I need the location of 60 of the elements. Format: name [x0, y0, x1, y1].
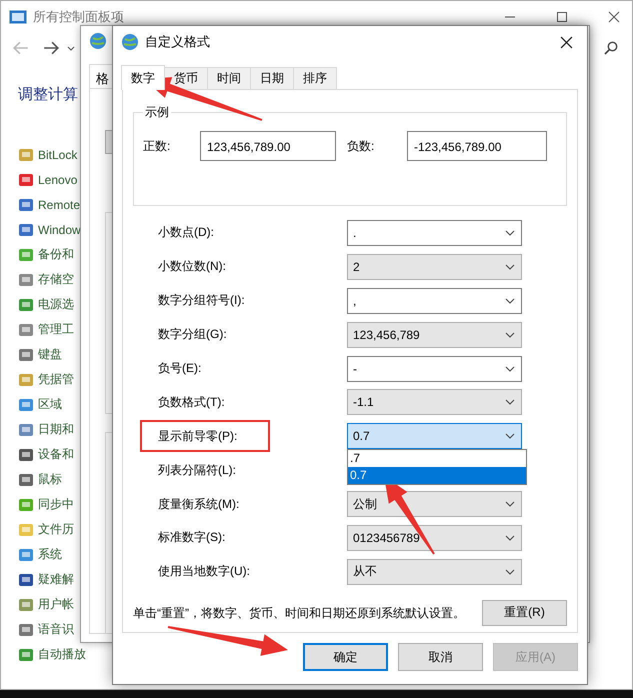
control-panel-link[interactable]: 存储空: [38, 271, 74, 288]
reset-note: 单击“重置”，将数字、货币、时间和日期还原到系统默认设置。: [133, 604, 466, 622]
setting-label: 数字分组(G):: [158, 327, 227, 342]
tab[interactable]: 时间: [207, 67, 251, 89]
setting-label: 度量衡系统(M):: [158, 496, 240, 511]
field-label: 负数:: [347, 138, 376, 154]
dropdown[interactable]: 2: [347, 254, 522, 280]
control-panel-link[interactable]: 设备和: [38, 446, 74, 463]
dropdown[interactable]: -: [347, 356, 522, 382]
control-panel-link[interactable]: 日期和: [38, 421, 74, 438]
dropdown[interactable]: .: [347, 220, 522, 246]
dialog-button[interactable]: 确定: [303, 643, 388, 671]
control-panel-link[interactable]: Remote: [38, 198, 80, 212]
control-panel-link[interactable]: Lenovo: [38, 172, 78, 186]
dropdown-option[interactable]: .7: [348, 450, 526, 468]
example-field: 123,456,789.00: [200, 131, 336, 161]
group-title: 示例: [144, 104, 170, 121]
tab[interactable]: 数字: [121, 65, 165, 90]
window-title: 所有控制面板项: [33, 8, 124, 26]
dropdown[interactable]: 123,456,789: [347, 322, 522, 348]
control-panel-link[interactable]: 电源选: [38, 296, 74, 313]
tab[interactable]: 排序: [293, 67, 337, 89]
setting-label: 标准数字(S):: [158, 530, 226, 544]
setting-label: 显示前导零(P):: [158, 428, 238, 445]
field-label: 正数:: [143, 138, 172, 154]
setting-label: 数字分组符号(I):: [158, 293, 245, 308]
dropdown[interactable]: 公制: [347, 491, 522, 518]
setting-label: 使用当地数字(U):: [158, 564, 250, 578]
dropdown[interactable]: 从不: [347, 558, 522, 585]
control-panel-link[interactable]: 管理工: [38, 321, 74, 338]
setting-label: 小数点(D):: [158, 225, 214, 240]
tab[interactable]: 日期: [250, 67, 294, 89]
dialog-button[interactable]: 取消: [398, 643, 483, 671]
control-panel-link[interactable]: 键盘: [38, 346, 62, 363]
control-panel-link[interactable]: 凭据管: [38, 371, 74, 388]
setting-label: 列表分隔符(L):: [158, 462, 236, 477]
control-panel-link[interactable]: Window: [38, 222, 81, 236]
dialog-title: 自定义格式: [145, 33, 210, 51]
setting-label: 负号(E):: [158, 361, 202, 375]
example-field: -123,456,789.00: [407, 131, 547, 161]
dropdown[interactable]: 0123456789: [347, 524, 522, 551]
control-panel-link[interactable]: 同步中: [38, 496, 74, 513]
control-panel-link[interactable]: 用户帐: [38, 596, 74, 613]
reset-button[interactable]: 重置(R): [482, 600, 567, 626]
dropdown[interactable]: -1.1: [347, 389, 522, 416]
control-panel-link[interactable]: 语音识: [38, 621, 74, 638]
control-panel-link[interactable]: 系统: [38, 546, 62, 563]
control-panel-link[interactable]: 区域: [38, 396, 62, 413]
control-panel-link[interactable]: 自动播放: [38, 646, 86, 663]
control-panel-link[interactable]: 鼠标: [38, 471, 62, 488]
dropdown-option[interactable]: 0.7: [348, 467, 526, 484]
setting-label: 负数格式(T):: [158, 394, 225, 409]
control-panel-link[interactable]: 文件历: [38, 521, 74, 538]
control-panel-link[interactable]: 疑难解: [38, 571, 74, 588]
control-panel-link[interactable]: BitLock: [38, 148, 78, 162]
dropdown[interactable]: ,: [347, 288, 522, 314]
dropdown[interactable]: 0.7: [347, 423, 522, 450]
control-panel-link[interactable]: 备份和: [38, 246, 74, 263]
page-heading: 调整计算: [18, 85, 78, 104]
setting-label: 小数位数(N):: [158, 259, 226, 274]
